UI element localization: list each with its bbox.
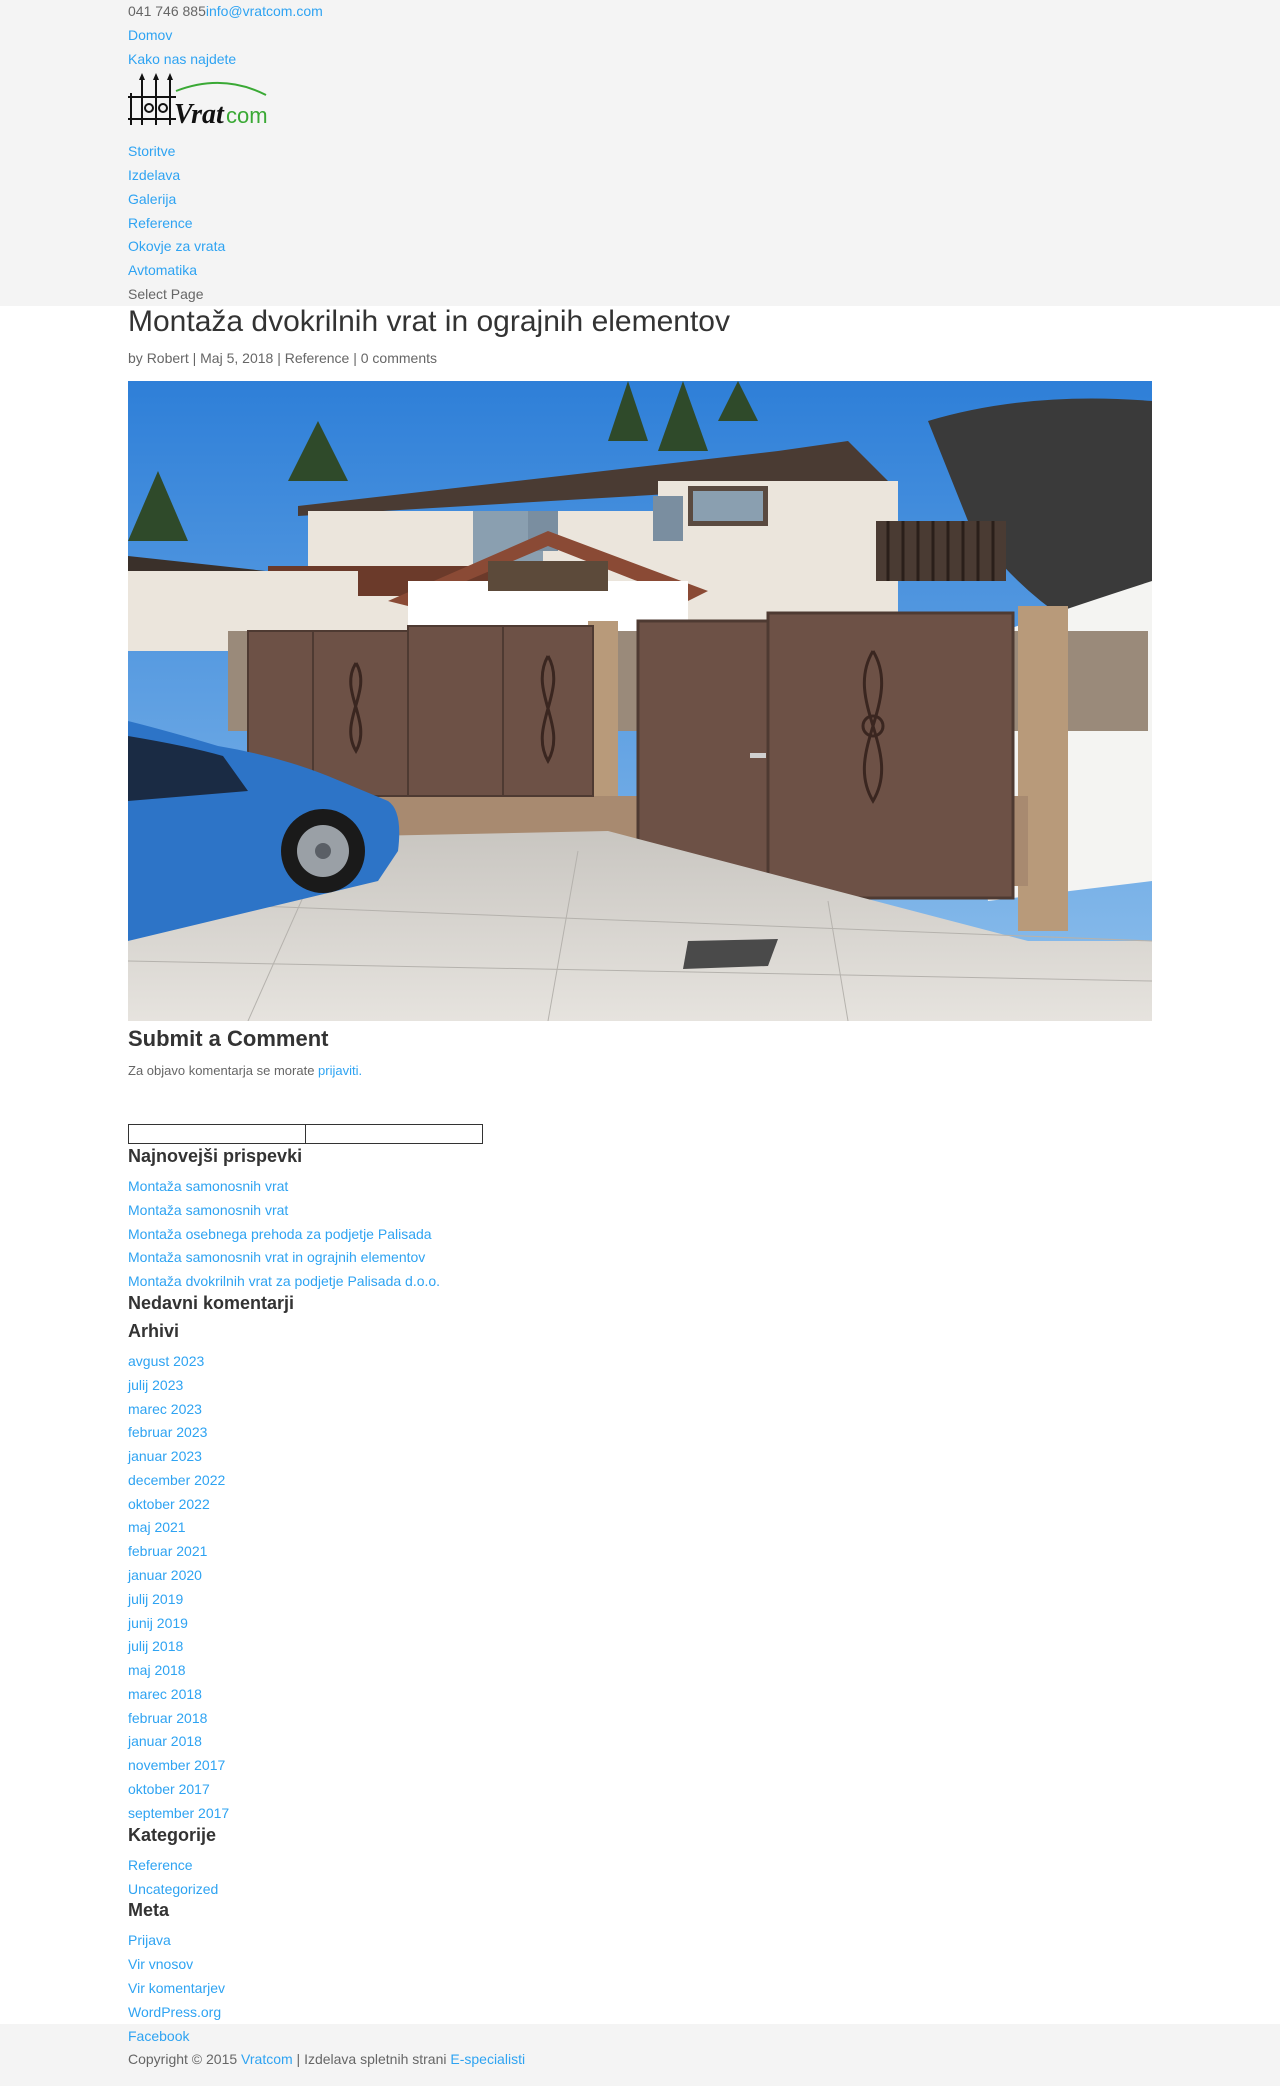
archive-link[interactable]: november 2017 bbox=[128, 1755, 225, 1775]
nav-home-link[interactable]: Domov bbox=[128, 25, 172, 45]
archive-link[interactable]: januar 2023 bbox=[128, 1446, 202, 1466]
archive-link[interactable]: februar 2018 bbox=[128, 1708, 207, 1728]
meta-heading: Meta bbox=[128, 1900, 170, 1920]
meta-separator: | bbox=[349, 350, 361, 366]
footer-agency-link[interactable]: E-specialisti bbox=[450, 2051, 525, 2067]
meta-separator: | bbox=[188, 350, 201, 366]
archive-link[interactable]: maj 2021 bbox=[128, 1517, 186, 1537]
archive-link[interactable]: julij 2023 bbox=[128, 1375, 183, 1395]
archives-heading: Arhivi bbox=[128, 1321, 180, 1341]
login-link[interactable]: prijaviti. bbox=[318, 1063, 362, 1078]
archive-link[interactable]: maj 2018 bbox=[128, 1660, 186, 1680]
login-notice: Za objavo komentarja se morate prijaviti… bbox=[128, 1061, 362, 1081]
archive-link[interactable]: september 2017 bbox=[128, 1803, 229, 1823]
archive-link[interactable]: februar 2021 bbox=[128, 1541, 207, 1561]
nav-avtomatika[interactable]: Avtomatika bbox=[128, 260, 197, 280]
nav-reference[interactable]: Reference bbox=[128, 213, 193, 233]
nav-galerija[interactable]: Galerija bbox=[128, 189, 176, 209]
copyright-text: Copyright © 2015 bbox=[128, 2051, 242, 2067]
nav-directions-link[interactable]: Kako nas najdete bbox=[128, 49, 236, 69]
archive-link[interactable]: januar 2018 bbox=[128, 1731, 202, 1751]
recent-post-link[interactable]: Montaža osebnega prehoda za podjetje Pal… bbox=[128, 1224, 432, 1244]
phone-number: 041 746 885 bbox=[128, 3, 206, 19]
nav-storitve[interactable]: Storitve bbox=[128, 141, 175, 161]
meta-link-wordpress[interactable]: WordPress.org bbox=[128, 2002, 221, 2022]
nav-okovje[interactable]: Okovje za vrata bbox=[128, 236, 225, 256]
comments-link[interactable]: 0 comments bbox=[361, 350, 437, 366]
archive-link[interactable]: februar 2023 bbox=[128, 1422, 207, 1442]
archive-link[interactable]: junij 2019 bbox=[128, 1613, 188, 1633]
archive-link[interactable]: januar 2020 bbox=[128, 1565, 202, 1585]
recent-posts-heading: Najnovejši prispevki bbox=[128, 1146, 303, 1166]
category-link[interactable]: Reference bbox=[128, 1855, 193, 1875]
gate-photo-illustration bbox=[128, 381, 1152, 1021]
post-meta: by Robert | Maj 5, 2018 | Reference | 0 … bbox=[128, 348, 437, 368]
archive-link[interactable]: avgust 2023 bbox=[128, 1351, 204, 1371]
search-submit-field[interactable] bbox=[305, 1124, 483, 1144]
post-date: Maj 5, 2018 bbox=[200, 350, 274, 366]
recent-post-link[interactable]: Montaža samonosnih vrat in ograjnih elem… bbox=[128, 1247, 425, 1267]
archive-link[interactable]: december 2022 bbox=[128, 1470, 225, 1490]
category-link[interactable]: Reference bbox=[285, 350, 350, 366]
search-input[interactable] bbox=[128, 1124, 306, 1144]
svg-text:Vrat: Vrat bbox=[174, 99, 225, 130]
archive-link[interactable]: julij 2019 bbox=[128, 1589, 183, 1609]
archive-link[interactable]: oktober 2022 bbox=[128, 1494, 210, 1514]
select-page-dropdown[interactable]: Select Page bbox=[128, 284, 204, 304]
svg-text:com: com bbox=[226, 103, 268, 128]
recent-post-link[interactable]: Montaža samonosnih vrat bbox=[128, 1176, 288, 1196]
meta-link-entries-feed[interactable]: Vir vnosov bbox=[128, 1954, 193, 1974]
facebook-link[interactable]: Facebook bbox=[128, 2026, 189, 2046]
top-bar: 041 746 885info@vratcom.com bbox=[128, 1, 323, 21]
footer-copyright: Copyright © 2015 Vratcom | Izdelava sple… bbox=[128, 2049, 525, 2069]
email-link[interactable]: info@vratcom.com bbox=[206, 3, 323, 19]
footer-brand-link[interactable]: Vratcom bbox=[241, 2051, 293, 2067]
vratcom-logo[interactable]: Vrat com bbox=[128, 73, 268, 133]
post-title: Montaža dvokrilnih vrat in ograjnih elem… bbox=[128, 305, 730, 338]
meta-separator: | bbox=[273, 350, 285, 366]
featured-image bbox=[128, 381, 1152, 1021]
archive-link[interactable]: julij 2018 bbox=[128, 1636, 183, 1656]
archive-link[interactable]: marec 2018 bbox=[128, 1684, 202, 1704]
gate-logo-icon: Vrat com bbox=[128, 73, 268, 130]
author-link[interactable]: Robert bbox=[147, 350, 189, 366]
archive-link[interactable]: oktober 2017 bbox=[128, 1779, 210, 1799]
footer-middle-text: | Izdelava spletnih strani bbox=[292, 2051, 451, 2067]
meta-link-comments-feed[interactable]: Vir komentarjev bbox=[128, 1978, 225, 1998]
categories-heading: Kategorije bbox=[128, 1825, 217, 1845]
category-link[interactable]: Uncategorized bbox=[128, 1879, 218, 1899]
nav-izdelava[interactable]: Izdelava bbox=[128, 165, 180, 185]
meta-by-label: by bbox=[128, 350, 147, 366]
recent-post-link[interactable]: Montaža dvokrilnih vrat za podjetje Pali… bbox=[128, 1271, 440, 1291]
recent-comments-heading: Nedavni komentarji bbox=[128, 1293, 295, 1313]
archive-link[interactable]: marec 2023 bbox=[128, 1399, 202, 1419]
meta-link-login[interactable]: Prijava bbox=[128, 1930, 171, 1950]
login-notice-text: Za objavo komentarja se morate bbox=[128, 1063, 319, 1078]
submit-comment-heading: Submit a Comment bbox=[128, 1026, 329, 1051]
recent-post-link[interactable]: Montaža samonosnih vrat bbox=[128, 1200, 288, 1220]
